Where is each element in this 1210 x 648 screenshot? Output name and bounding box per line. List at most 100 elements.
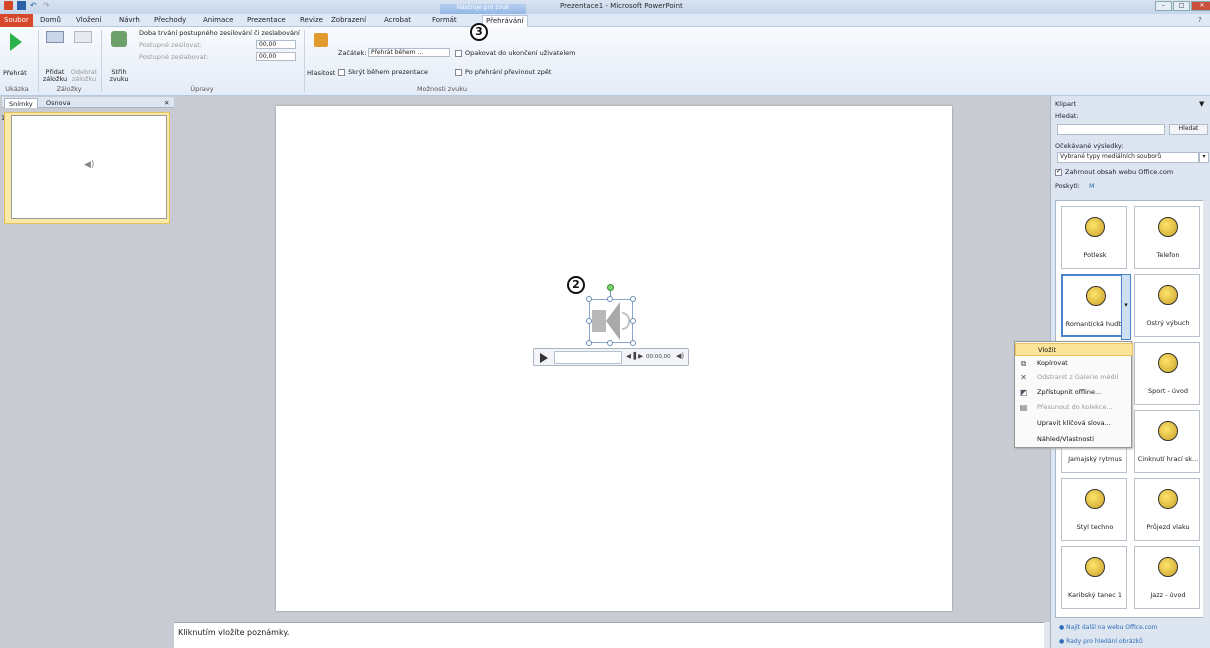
resize-handle[interactable]	[630, 296, 636, 302]
search-tips-link[interactable]: ● Rady pro hledání obrázků	[1059, 638, 1143, 645]
loop-option[interactable]: Opakovat do ukončení uživatelem	[455, 49, 576, 57]
start-label: Začátek:	[338, 49, 367, 57]
resize-handle[interactable]	[586, 340, 592, 346]
rewind-checkbox[interactable]	[455, 68, 462, 76]
results-scrollbar[interactable]	[1203, 200, 1209, 618]
player-timeline[interactable]	[554, 351, 622, 364]
tab-navrh[interactable]: Návrh	[119, 15, 140, 27]
media-clip-icon	[1158, 557, 1178, 577]
clip-item[interactable]: Ostrý výbuch	[1134, 274, 1200, 337]
clip-item[interactable]: Karibský tanec 1	[1061, 546, 1127, 609]
tab-animace[interactable]: Animace	[203, 15, 233, 27]
menu-item-insert[interactable]: Vložit	[1015, 343, 1133, 356]
pane-menu-icon[interactable]: ▼	[1199, 100, 1204, 108]
media-clip-icon	[1085, 557, 1105, 577]
clip-item[interactable]: Cinknutí hrací sk...	[1134, 410, 1200, 473]
hide-checkbox[interactable]	[338, 68, 345, 76]
slides-pane-tabs: Snímky Osnova ✕	[2, 97, 174, 108]
fade-duration-label: Doba trvání postupného zesilování či zes…	[139, 29, 300, 37]
redo-icon[interactable]: ↷	[43, 1, 52, 10]
undo-icon[interactable]: ↶	[30, 1, 39, 10]
group-label-editing: Úpravy	[190, 85, 214, 93]
menu-item-offline[interactable]: ◩ Zpřístupnit offline...	[1015, 386, 1133, 399]
close-button[interactable]: ✕	[1191, 1, 1210, 11]
media-clip-icon	[1158, 285, 1178, 305]
clipart-title: Klipart	[1055, 100, 1077, 108]
play-button[interactable]: Přehrát	[3, 29, 31, 77]
hide-during-show[interactable]: Skrýt během prezentace	[338, 68, 428, 76]
menu-item-copy[interactable]: ⧉ Kopírovat	[1015, 357, 1133, 370]
results-dropdown[interactable]: Vybrané typy mediálních souborů	[1057, 152, 1199, 163]
tab-outline[interactable]: Osnova	[42, 98, 74, 108]
tab-zobrazeni[interactable]: Zobrazení	[331, 15, 366, 27]
speaker-thumb-icon: ◀)	[84, 160, 95, 170]
clip-item[interactable]: Průjezd vlaku	[1134, 478, 1200, 541]
player-play-icon[interactable]	[540, 353, 548, 363]
rewind-option[interactable]: Po přehrání převinout zpět	[455, 68, 551, 76]
clip-item-selected[interactable]: Romantická hudba	[1061, 274, 1127, 337]
tab-domu[interactable]: Domů	[40, 15, 61, 27]
tab-prezentace[interactable]: Prezentace	[247, 15, 286, 27]
ribbon-tabs: Soubor Domů Vložení Návrh Přechody Anima…	[0, 14, 1210, 27]
tab-acrobat[interactable]: Acrobat	[384, 15, 411, 27]
slide-thumbnail[interactable]: ◀)	[4, 112, 170, 224]
audio-object[interactable]	[589, 299, 633, 343]
fade-in-input[interactable]: 00,00	[256, 40, 296, 49]
include-office-option[interactable]: Zahrnout obsah webu Office.com	[1055, 167, 1173, 176]
resize-handle[interactable]	[607, 340, 613, 346]
tab-soubor[interactable]: Soubor	[0, 14, 33, 27]
tab-prehravani[interactable]: Přehrávání	[482, 15, 528, 27]
clip-item[interactable]: Telefon	[1134, 206, 1200, 269]
resize-handle[interactable]	[586, 296, 592, 302]
trim-audio-button[interactable]: Střih zvuku	[104, 29, 134, 83]
tab-prechody[interactable]: Přechody	[154, 15, 186, 27]
provider-link[interactable]: M	[1089, 182, 1095, 190]
trim-audio-icon	[111, 31, 127, 47]
tab-revize[interactable]: Revize	[300, 15, 323, 27]
clip-item[interactable]: Potlesk	[1061, 206, 1127, 269]
maximize-button[interactable]: □	[1173, 1, 1190, 11]
start-dropdown[interactable]: Přehrát během ...	[368, 48, 450, 57]
clip-item[interactable]: Styl techno	[1061, 478, 1127, 541]
save-icon[interactable]	[17, 1, 26, 10]
resize-handle[interactable]	[630, 340, 636, 346]
skip-icons[interactable]: ◀▐ ▶	[626, 352, 643, 360]
fade-out-input[interactable]: 00,00	[256, 52, 296, 61]
remove-bookmark-icon	[74, 31, 92, 43]
player-volume-icon[interactable]: ◀)	[676, 352, 684, 360]
speaker-icon	[592, 310, 606, 332]
delete-icon: ✕	[1020, 373, 1027, 382]
resize-handle[interactable]	[586, 318, 592, 324]
menu-item-move[interactable]: ▤ Přesunout do kolekce...	[1015, 401, 1133, 414]
powerpoint-logo-icon	[4, 1, 13, 10]
media-clip-icon	[1158, 217, 1178, 237]
include-office-checkbox[interactable]	[1055, 167, 1062, 176]
search-input[interactable]	[1057, 124, 1165, 135]
search-button[interactable]: Hledat	[1169, 124, 1208, 135]
find-more-link[interactable]: ● Najít další na webu Office.com	[1059, 624, 1158, 631]
tab-format[interactable]: Formát	[432, 15, 457, 27]
tab-slides[interactable]: Snímky	[4, 98, 38, 108]
add-bookmark-button[interactable]: Přidat záložku	[42, 29, 68, 83]
rotate-handle[interactable]	[607, 284, 614, 291]
close-pane-icon[interactable]: ✕	[160, 98, 173, 108]
resize-handle[interactable]	[630, 318, 636, 324]
volume-button[interactable]: Hlasitost	[307, 29, 335, 79]
help-icon[interactable]: ?	[1198, 15, 1202, 27]
menu-item-edit-keywords[interactable]: Upravit klíčová slova...	[1015, 417, 1133, 430]
menu-item-remove[interactable]: ✕ Odstranit z Galerie médií	[1015, 371, 1133, 384]
clip-item-dropdown-arrow[interactable]: ▾	[1121, 274, 1131, 340]
callout-2: 2	[567, 276, 585, 294]
fade-out-label: Postupné zeslabovat:	[139, 53, 209, 61]
remove-bookmark-button[interactable]: Odebrat záložku	[70, 29, 98, 83]
loop-checkbox[interactable]	[455, 49, 462, 57]
results-dropdown-arrow-icon[interactable]: ▾	[1199, 152, 1209, 163]
clip-item[interactable]: Jazz - úvod	[1134, 546, 1200, 609]
minimize-button[interactable]: –	[1155, 1, 1172, 11]
tab-vlozeni[interactable]: Vložení	[76, 15, 101, 27]
fade-in-label: Postupné zesilovat:	[139, 41, 202, 49]
clip-item[interactable]: Sport - úvod	[1134, 342, 1200, 405]
window-title: Prezentace1 - Microsoft PowerPoint	[560, 2, 683, 10]
menu-item-preview[interactable]: Náhled/Vlastnosti	[1015, 433, 1133, 446]
notes-pane[interactable]: Kliknutím vložíte poznámky.	[174, 622, 1044, 648]
